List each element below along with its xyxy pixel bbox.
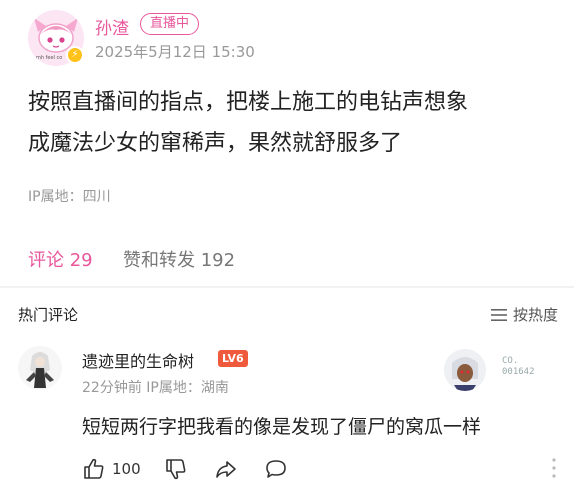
dislike-button[interactable]	[164, 455, 188, 483]
avatar-caption: mh feel co	[36, 55, 63, 61]
fan-card-illustration	[444, 349, 486, 391]
fan-card-avatar[interactable]	[444, 349, 486, 391]
tab-likes-reposts[interactable]: 赞和转发 192	[123, 246, 235, 272]
like-count: 100	[112, 460, 141, 478]
commenter-avatar-illustration	[18, 346, 62, 390]
verified-bolt-icon: ⚡	[66, 46, 84, 64]
like-button[interactable]: 100	[82, 455, 141, 483]
fan-card-number: CO. 001642	[502, 356, 535, 378]
comment-meta: 22分钟前 IP属地：湖南	[82, 380, 229, 396]
sort-lines-icon	[490, 308, 507, 321]
level-badge: LV6	[218, 350, 248, 367]
sort-label: 按热度	[512, 306, 558, 324]
share-arrow-icon	[216, 461, 236, 478]
tab-comments[interactable]: 评论 29	[28, 246, 93, 272]
post-body: 按照直播间的指点，把楼上施工的电钻声想象 成魔法少女的窜稀声，果然就舒服多了	[28, 82, 558, 164]
fan-card-line: CO.	[502, 356, 519, 366]
comment-text: 短短两行字把我看的像是发现了僵尸的窝瓜一样	[82, 416, 482, 438]
section-divider	[0, 286, 574, 288]
more-options-button[interactable]	[551, 457, 557, 479]
comment-actions: 100	[82, 455, 557, 483]
share-button[interactable]	[214, 455, 238, 483]
sort-button[interactable]: 按热度	[490, 304, 558, 325]
commenter-avatar[interactable]	[18, 346, 62, 390]
post-body-line: 按照直播间的指点，把楼上施工的电钻声想象	[28, 90, 469, 115]
commenter-name[interactable]: 遗迹里的生命树	[82, 348, 194, 372]
ip-location: IP属地：四川	[28, 189, 111, 205]
reply-button[interactable]	[264, 455, 288, 483]
post-header: mh feel co ⚡ 孙渣 直播中 2025年5月12日 15:30	[28, 10, 548, 66]
author-name[interactable]: 孙渣	[95, 14, 129, 39]
post-timestamp: 2025年5月12日 15:30	[95, 43, 255, 61]
post-body-line: 成魔法少女的窜稀声，果然就舒服多了	[28, 131, 403, 156]
comment-bubble-icon	[266, 460, 286, 478]
thumbs-up-icon	[84, 458, 104, 479]
live-badge[interactable]: 直播中	[140, 13, 200, 35]
hot-comments-bar: 热门评论 按热度	[0, 296, 574, 330]
vertical-dots-icon	[552, 458, 556, 478]
fan-card-line: 001642	[502, 367, 535, 377]
hot-comments-title: 热门评论	[18, 306, 79, 324]
thumbs-down-icon	[166, 459, 186, 480]
